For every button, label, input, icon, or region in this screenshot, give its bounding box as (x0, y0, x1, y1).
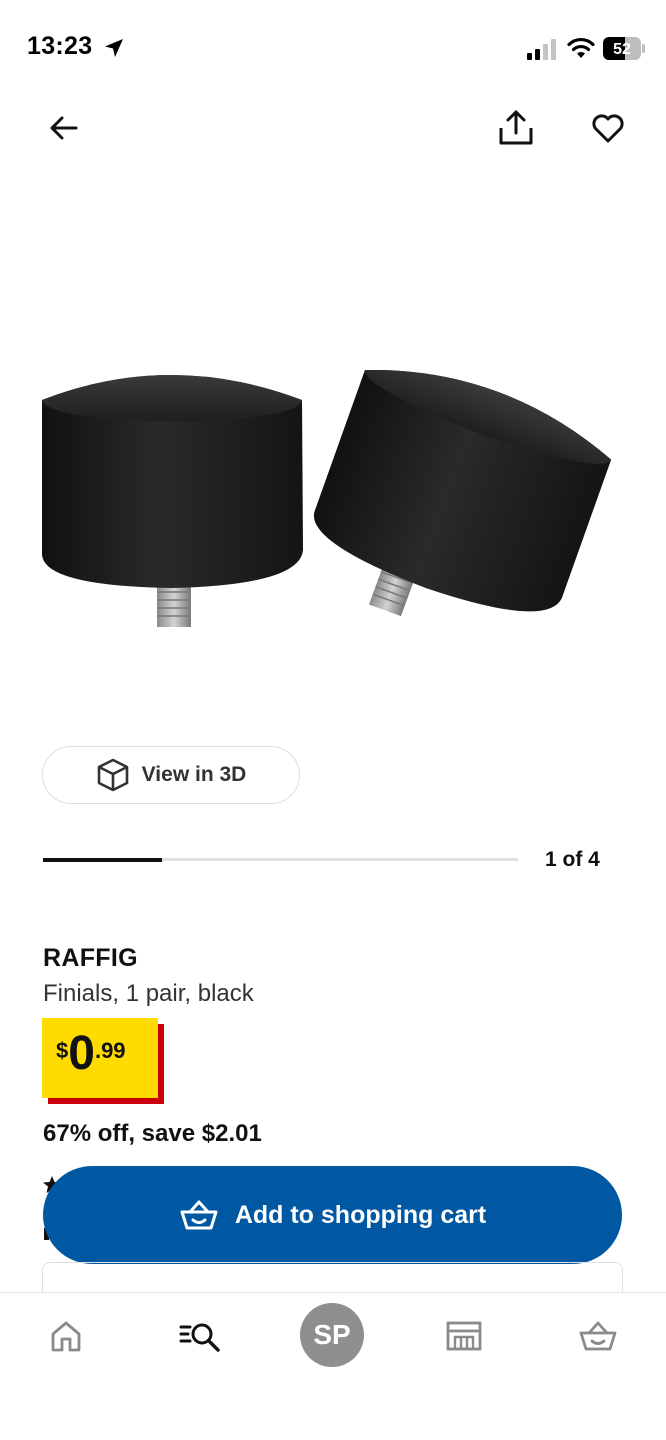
tab-cart[interactable] (568, 1311, 628, 1361)
status-time: 13:23 (27, 32, 93, 60)
price-decimal: .99 (94, 1038, 126, 1063)
3d-cube-icon (97, 758, 128, 792)
cellular-signal-icon (527, 39, 556, 60)
price-currency: $ (56, 1038, 69, 1063)
product-description: Finials, 1 pair, black (43, 980, 254, 1007)
tab-profile[interactable]: SP (300, 1303, 364, 1367)
status-bar: 13:23 52 (0, 0, 666, 96)
image-counter: 1 of 4 (545, 848, 600, 871)
wifi-icon (567, 37, 595, 58)
location-arrow-icon (105, 39, 123, 57)
finial-right (313, 370, 612, 617)
product-image[interactable] (0, 300, 666, 700)
view-in-3d-label: View in 3D (141, 763, 247, 786)
view-in-3d-button[interactable]: View in 3D (42, 746, 300, 804)
arrow-left-icon (50, 116, 78, 140)
image-carousel-progress (43, 857, 518, 862)
price-tag: $ 0 .99 (42, 1018, 158, 1098)
profile-initials: SP (313, 1319, 351, 1350)
basket-icon (180, 1200, 218, 1230)
heart-outline-icon (592, 114, 624, 143)
home-icon (51, 1321, 81, 1352)
add-to-cart-label: Add to shopping cart (234, 1200, 487, 1229)
favorite-button[interactable] (584, 104, 632, 152)
price-integer: 0 (68, 1027, 95, 1080)
back-button[interactable] (40, 104, 88, 152)
store-icon (446, 1321, 482, 1351)
battery-icon: 52 (603, 37, 645, 60)
product-name[interactable]: RAFFIG (43, 944, 138, 973)
search-icon (179, 1323, 220, 1352)
add-to-cart-button[interactable]: Add to shopping cart (43, 1166, 622, 1264)
share-icon (499, 110, 533, 145)
bottom-tab-bar: SP (0, 1292, 666, 1440)
tab-search[interactable] (170, 1311, 230, 1361)
discount-text: 67% off, save $2.01 (43, 1120, 262, 1147)
carousel-progress-fill (43, 857, 162, 862)
share-button[interactable] (492, 104, 540, 152)
finial-left (42, 375, 303, 627)
tab-home[interactable] (36, 1311, 96, 1361)
tab-stores[interactable] (434, 1311, 494, 1361)
basket-icon (579, 1321, 617, 1351)
battery-level: 52 (613, 41, 631, 58)
